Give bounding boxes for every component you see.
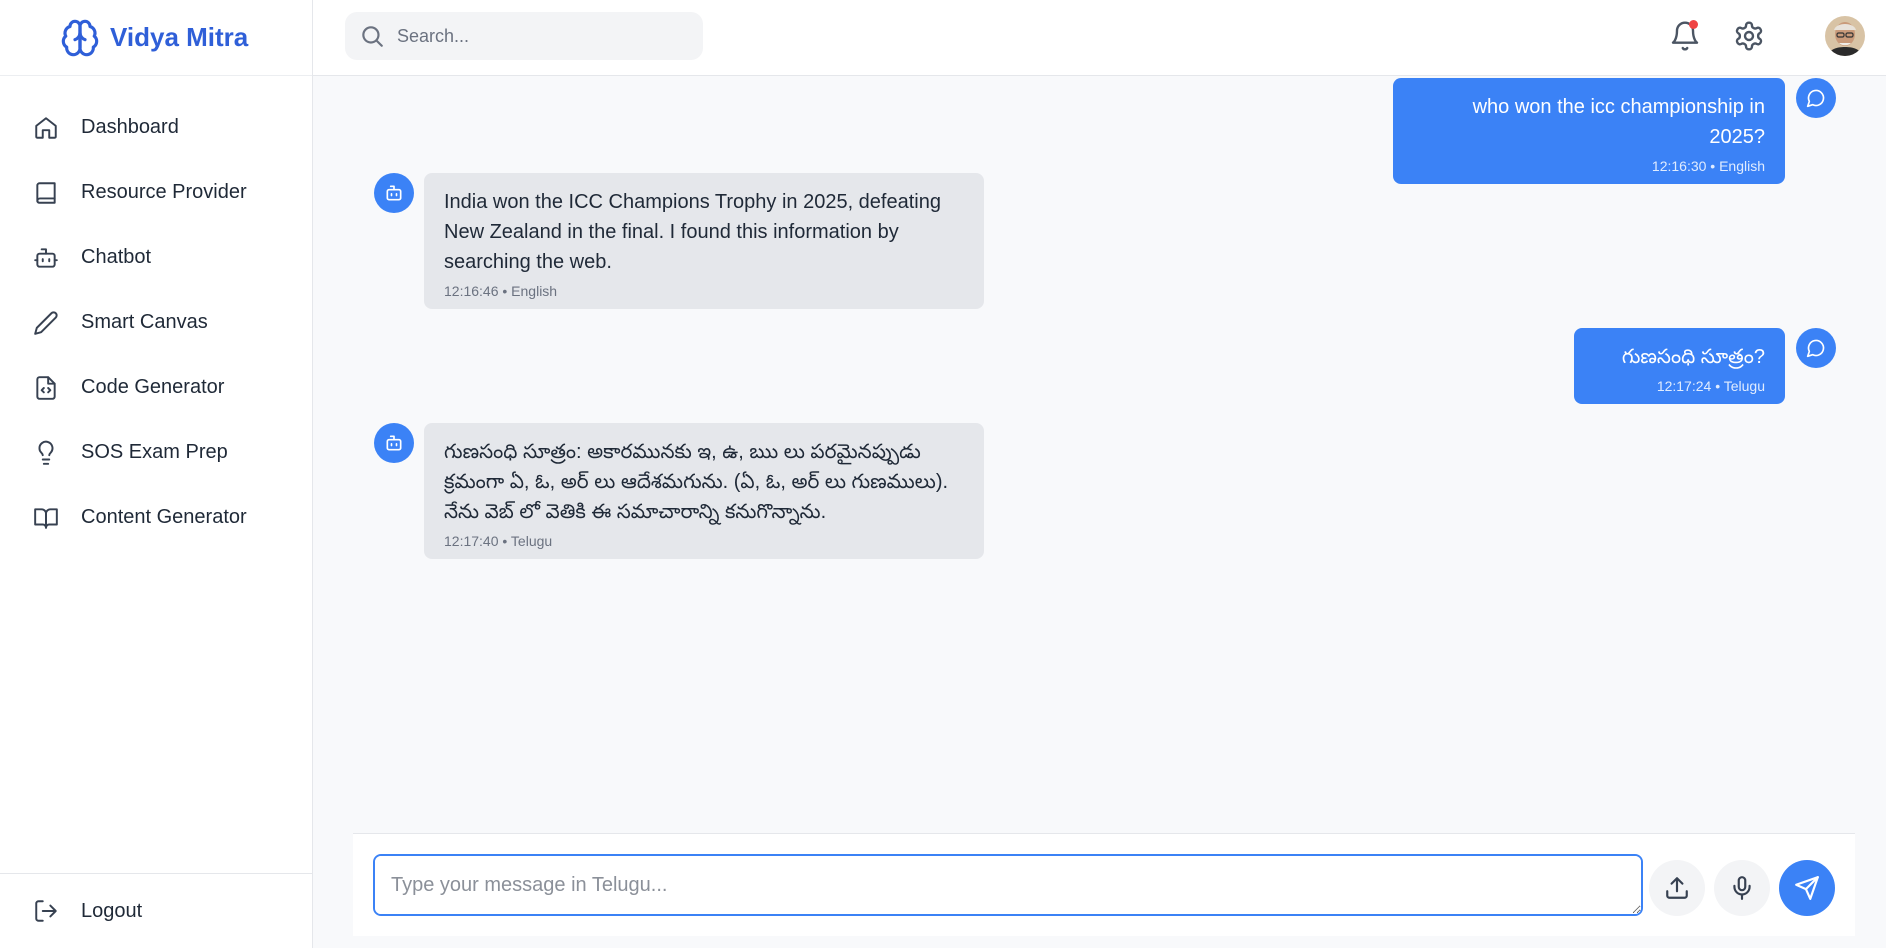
top-header — [313, 0, 1886, 76]
sidebar-item-label: Code Generator — [81, 376, 225, 398]
sidebar-item-label: Chatbot — [81, 246, 152, 268]
message-text: గుణసంధి సూత్రం: అకారమునకు ఇ, ఉ, ఋ లు పరమ… — [444, 441, 949, 523]
gear-icon — [1735, 21, 1763, 51]
sidebar-item-label: Dashboard — [81, 116, 179, 138]
message-circle-icon — [1806, 89, 1825, 108]
notification-badge — [1689, 20, 1698, 29]
bot-message-avatar — [374, 423, 414, 463]
brain-icon — [61, 19, 99, 56]
file-code-icon — [36, 375, 56, 400]
sidebar-item-smart-canvas[interactable]: Smart Canvas — [0, 290, 312, 355]
brand[interactable]: Vidya Mitra — [0, 0, 312, 76]
logout-label: Logout — [81, 899, 143, 922]
send-icon — [1795, 876, 1819, 900]
app-name: Vidya Mitra — [110, 22, 249, 52]
sidebar-item-label: Content Generator — [81, 506, 247, 528]
sidebar: Vidya Mitra Dashboard Resource Provider … — [0, 0, 313, 948]
message-meta: 12:16:30 • English — [1651, 158, 1765, 174]
book-open-icon — [34, 507, 58, 529]
bot-message: గుణసంధి సూత్రం: అకారమునకు ఇ, ఉ, ఋ లు పరమ… — [424, 423, 984, 559]
message-meta: 12:16:46 • English — [444, 283, 558, 299]
sidebar-item-content-generator[interactable]: Content Generator — [0, 485, 312, 550]
user-avatar-image — [1825, 16, 1865, 56]
message-composer — [353, 833, 1855, 936]
user-message: who won the icc championship in 2025? 12… — [1393, 78, 1785, 184]
settings-button[interactable] — [1733, 20, 1765, 52]
send-button[interactable] — [1779, 860, 1835, 916]
message-text: గుణసంధి సూత్రం? — [1621, 346, 1765, 368]
message-input[interactable] — [373, 854, 1643, 916]
bot-message: India won the ICC Champions Trophy in 20… — [424, 173, 984, 309]
sidebar-item-label: SOS Exam Prep — [81, 441, 228, 463]
sidebar-item-dashboard[interactable]: Dashboard — [0, 95, 312, 160]
message-meta: 12:17:24 • Telugu — [1656, 378, 1765, 394]
search-box[interactable] — [345, 12, 703, 60]
upload-icon — [1666, 877, 1688, 899]
home-icon — [35, 116, 57, 139]
sidebar-item-chatbot[interactable]: Chatbot — [0, 225, 312, 290]
microphone-button[interactable] — [1714, 860, 1770, 916]
message-meta: 12:17:40 • Telugu — [444, 533, 553, 549]
search-icon — [362, 26, 383, 47]
lightbulb-icon — [38, 440, 54, 465]
pencil-icon — [34, 310, 58, 335]
bot-message-avatar — [374, 173, 414, 213]
search-input[interactable] — [395, 24, 679, 48]
sidebar-item-code-generator[interactable]: Code Generator — [0, 355, 312, 420]
user-avatar[interactable] — [1825, 16, 1865, 56]
message-circle-icon — [1806, 339, 1825, 358]
user-message: గుణసంధి సూత్రం? 12:17:24 • Telugu — [1574, 328, 1785, 404]
bot-icon — [34, 247, 58, 268]
bot-icon — [386, 435, 402, 451]
sidebar-item-resource-provider[interactable]: Resource Provider — [0, 160, 312, 225]
sidebar-item-label: Smart Canvas — [81, 311, 208, 333]
user-message-avatar — [1796, 328, 1836, 368]
chat-area: who won the icc championship in 2025? 12… — [313, 76, 1886, 833]
message-text: India won the ICC Champions Trophy in 20… — [444, 191, 941, 273]
bot-icon — [386, 185, 402, 201]
logout-icon — [35, 900, 57, 922]
notifications-button[interactable] — [1669, 20, 1701, 52]
book-icon — [36, 181, 56, 204]
user-message-avatar — [1796, 78, 1836, 118]
logout-button[interactable]: Logout — [0, 873, 312, 948]
upload-button[interactable] — [1649, 860, 1705, 916]
sidebar-item-label: Resource Provider — [81, 181, 247, 203]
sidebar-nav: Dashboard Resource Provider Chatbot Smar… — [0, 95, 312, 550]
message-text: who won the icc championship in 2025? — [1472, 96, 1765, 148]
sidebar-item-sos-exam-prep[interactable]: SOS Exam Prep — [0, 420, 312, 485]
microphone-icon — [1733, 876, 1751, 900]
